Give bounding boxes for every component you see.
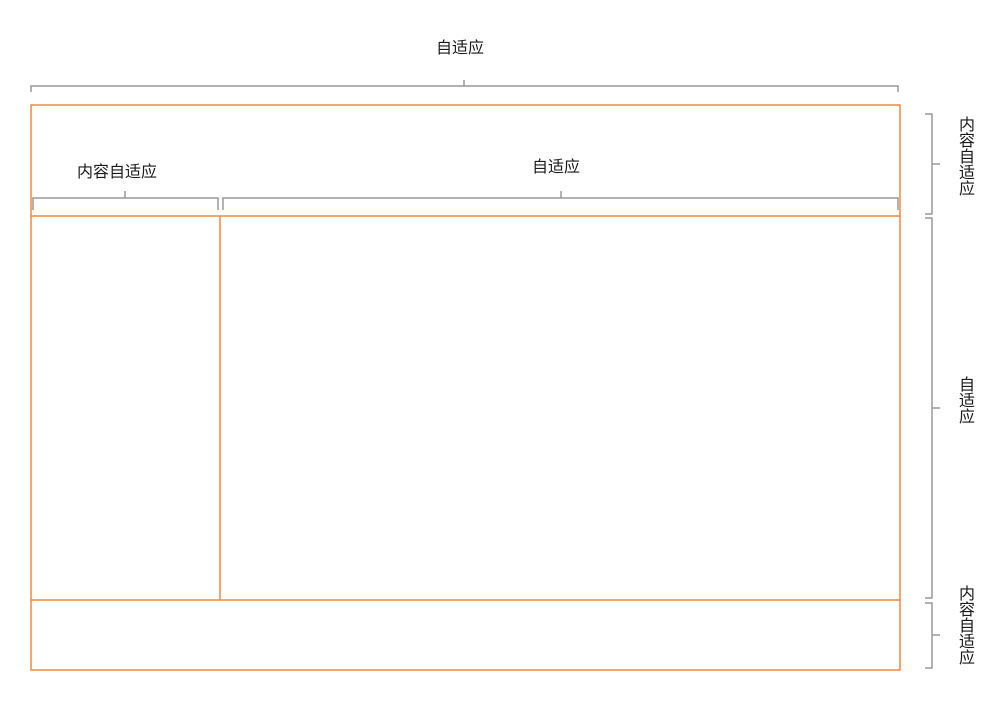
header-height-bracket	[925, 113, 940, 215]
body-height-label: 自适应	[956, 376, 975, 424]
footer-height-label: 内容自适应	[956, 585, 975, 665]
main-width-bracket	[222, 191, 899, 210]
sidebar-width-label: 内容自适应	[77, 162, 158, 181]
layout-diagram	[30, 80, 940, 671]
top-width-label: 自适应	[436, 38, 485, 57]
header-height-label: 内容自适应	[956, 116, 975, 196]
main-width-label: 自适应	[532, 157, 581, 176]
top-width-bracket	[30, 80, 899, 92]
sidebar-width-bracket	[32, 191, 219, 210]
body-height-bracket	[925, 217, 940, 599]
layout-outer-box	[30, 104, 901, 671]
footer-height-bracket	[925, 602, 940, 669]
